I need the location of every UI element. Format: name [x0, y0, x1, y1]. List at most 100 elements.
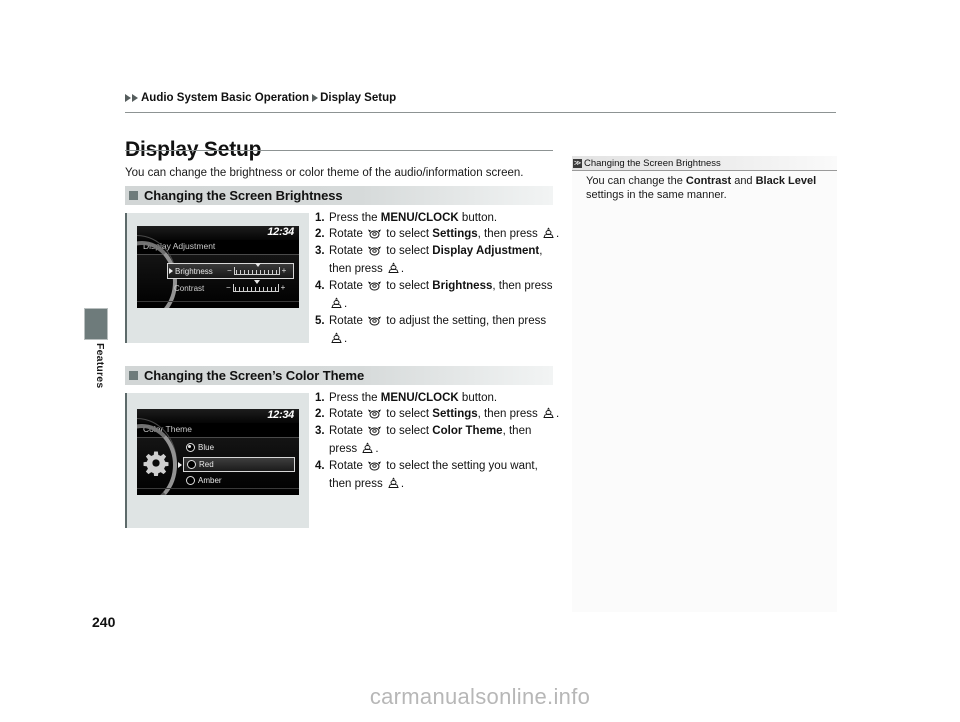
press-knob-icon — [543, 407, 554, 418]
step-text: Rotate to select Settings, then press . — [329, 227, 560, 245]
header-divider — [125, 112, 836, 113]
screen-row-label: Brightness — [175, 266, 213, 276]
side-note-panel — [572, 156, 837, 612]
breadcrumb: Audio System Basic Operation Display Set… — [125, 92, 396, 104]
screen-option-label: Red — [199, 460, 214, 469]
step-text: Rotate to select Display Adjustment, the… — [329, 244, 560, 279]
screen-option-red[interactable]: Red — [178, 457, 295, 472]
steps-list-color-theme: 1. Press the MENU/CLOCK button. 2. Rotate t… — [315, 391, 560, 494]
press-knob-icon — [543, 227, 554, 238]
device-screen-display-adjustment: 12:34 Display Adjustment Brightness − + — [137, 226, 299, 308]
section-bullet-icon — [129, 191, 138, 200]
screen-status-bar: 12:34 — [137, 226, 299, 240]
step-item: 4. Rotate to select the setting you want,… — [315, 459, 560, 494]
selection-caret-icon — [178, 461, 182, 468]
step-item: 5. Rotate to adjust the setting, then pre… — [315, 314, 560, 349]
step-number: 2. — [315, 227, 325, 240]
section-title: Changing the Screen Brightness — [144, 188, 343, 203]
step-number: 5. — [315, 315, 325, 327]
screen-row-contrast[interactable]: Contrast − + — [167, 280, 292, 295]
step-number: 1. — [315, 392, 325, 404]
screen-option-label: Blue — [198, 443, 215, 452]
slider-marker-icon — [254, 263, 261, 267]
step-number: 4. — [315, 280, 325, 292]
minus-sign-icon: − — [227, 266, 232, 275]
screen-option-label: Amber — [198, 476, 222, 485]
breadcrumb-separator-icon — [312, 94, 319, 102]
rotate-knob-icon — [368, 281, 382, 291]
press-knob-icon — [388, 477, 399, 495]
minus-sign-icon: − — [226, 283, 231, 292]
step-text: Rotate to select Color Theme, then press… — [329, 424, 560, 459]
screen-row-brightness[interactable]: Brightness − + — [167, 263, 294, 279]
rotate-knob-icon — [368, 408, 382, 425]
breadcrumb-item-display-setup[interactable]: Display Setup — [320, 92, 396, 104]
breadcrumb-item-audio-system[interactable]: Audio System Basic Operation — [141, 92, 309, 104]
step-text: Rotate to select Settings, then press . — [329, 407, 560, 425]
step-number: 2. — [315, 407, 325, 420]
press-knob-icon — [331, 297, 342, 308]
screen-clock: 12:34 — [267, 409, 294, 421]
step-number: 3. — [315, 245, 325, 257]
step-text: Rotate to select the setting you want, t… — [329, 459, 560, 494]
screen-status-bar: 12:34 — [137, 409, 299, 423]
step-number: 3. — [315, 425, 325, 437]
step-text: Press the MENU/CLOCK button. — [329, 212, 498, 224]
step-item: 2. Rotate to select Settings, then press … — [315, 227, 560, 245]
press-knob-icon — [362, 442, 373, 460]
press-knob-icon — [543, 227, 554, 245]
section-header-color-theme: Changing the Screen’s Color Theme — [125, 366, 553, 385]
figure-display-adjustment: 12:34 Display Adjustment Brightness − + — [125, 213, 309, 343]
screen-bottom-divider — [137, 488, 299, 489]
slider-track[interactable] — [232, 280, 279, 292]
selection-caret-icon — [169, 268, 173, 274]
slider-track[interactable] — [233, 263, 280, 275]
device-screen-color-theme: 12:34 Color Theme Blue Red Amber — [137, 409, 299, 495]
gear-icon — [143, 451, 169, 476]
step-item: 2. Rotate to select Settings, then press … — [315, 407, 560, 425]
title-divider — [125, 150, 553, 151]
side-note-body: You can change the Contrast and Black Le… — [586, 175, 817, 201]
step-number: 1. — [315, 212, 325, 224]
slider-marker-icon — [253, 280, 260, 284]
section-tab-label: Features — [94, 343, 106, 389]
brightness-slider[interactable]: − + — [227, 263, 287, 275]
press-knob-icon — [543, 407, 554, 425]
rotate-knob-icon — [368, 280, 382, 297]
plus-sign-icon: + — [280, 283, 286, 292]
press-knob-icon — [331, 332, 342, 350]
side-note-header: ≫ Changing the Screen Brightness — [572, 156, 837, 171]
rotate-knob-icon — [368, 460, 382, 477]
step-number: 4. — [315, 460, 325, 472]
step-item: 1. Press the MENU/CLOCK button. — [315, 391, 560, 407]
step-text: Rotate to select Brightness, then press … — [329, 279, 560, 314]
screen-clock: 12:34 — [267, 226, 294, 238]
section-tab-marker — [84, 308, 108, 340]
figure-color-theme: 12:34 Color Theme Blue Red Amber — [125, 393, 309, 528]
section-title: Changing the Screen’s Color Theme — [144, 368, 365, 383]
step-text: Press the MENU/CLOCK button. — [329, 392, 498, 404]
rotate-knob-icon — [368, 426, 382, 436]
page-number: 240 — [92, 614, 116, 630]
steps-list-brightness: 1. Press the MENU/CLOCK button. 2. Rotate t… — [315, 211, 560, 349]
screen-content: Brightness − + Contrast − + — [137, 235, 299, 308]
radio-selected-icon — [186, 443, 195, 452]
step-item: 3. Rotate to select Color Theme, then pre… — [315, 424, 560, 459]
slider-ticks — [234, 287, 277, 291]
screen-row-label: Contrast — [174, 283, 205, 293]
contrast-slider[interactable]: − + — [226, 280, 286, 292]
plus-sign-icon: + — [281, 266, 287, 275]
section-header-brightness: Changing the Screen Brightness — [125, 186, 553, 205]
side-note-title: Changing the Screen Brightness — [584, 157, 721, 169]
screen-option-blue[interactable]: Blue — [183, 441, 293, 454]
step-text: Rotate to adjust the setting, then press… — [329, 314, 560, 349]
screen-option-amber[interactable]: Amber — [183, 474, 293, 487]
section-bullet-icon — [129, 371, 138, 380]
rotate-knob-icon — [368, 315, 382, 332]
screen-content: Blue Red Amber — [137, 418, 299, 495]
press-knob-icon — [362, 442, 373, 453]
rotate-knob-icon — [368, 246, 382, 256]
step-item: 3. Rotate to select Display Adjustment, t… — [315, 244, 560, 279]
press-knob-icon — [388, 262, 399, 280]
rotate-knob-icon — [368, 229, 382, 238]
